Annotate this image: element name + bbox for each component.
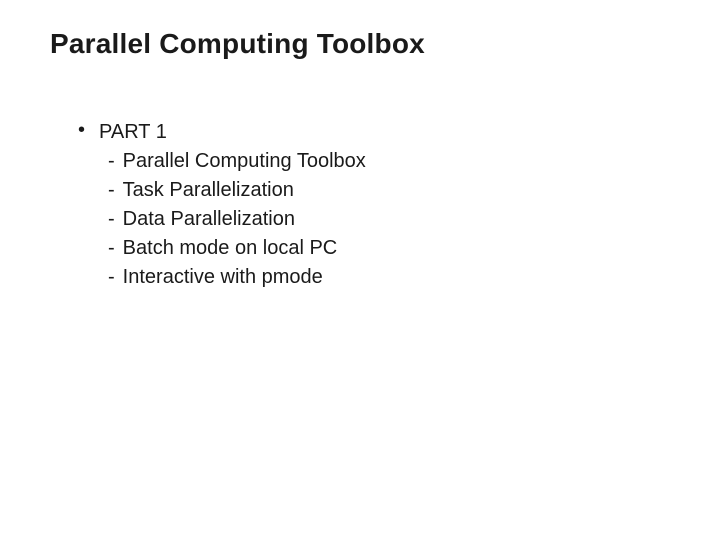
list-item-label: Task Parallelization [123,176,294,205]
part-label: PART 1 [99,118,167,147]
sublist: - Parallel Computing Toolbox - Task Para… [78,147,670,292]
list-item: - Batch mode on local PC [108,234,670,263]
bullet-dot-icon: • [78,116,85,145]
list-item: - Interactive with pmode [108,263,670,292]
list-item: - Task Parallelization [108,176,670,205]
bullet-item: • PART 1 [78,118,670,147]
list-item-label: Data Parallelization [123,205,295,234]
list-item-label: Parallel Computing Toolbox [123,147,366,176]
dash-icon: - [108,205,115,234]
list-item-label: Interactive with pmode [123,263,323,292]
dash-icon: - [108,263,115,292]
dash-icon: - [108,147,115,176]
slide-title: Parallel Computing Toolbox [50,28,670,60]
slide-body: • PART 1 - Parallel Computing Toolbox - … [50,118,670,292]
list-item-label: Batch mode on local PC [123,234,338,263]
list-item: - Data Parallelization [108,205,670,234]
dash-icon: - [108,176,115,205]
list-item: - Parallel Computing Toolbox [108,147,670,176]
dash-icon: - [108,234,115,263]
slide: Parallel Computing Toolbox • PART 1 - Pa… [0,0,720,540]
